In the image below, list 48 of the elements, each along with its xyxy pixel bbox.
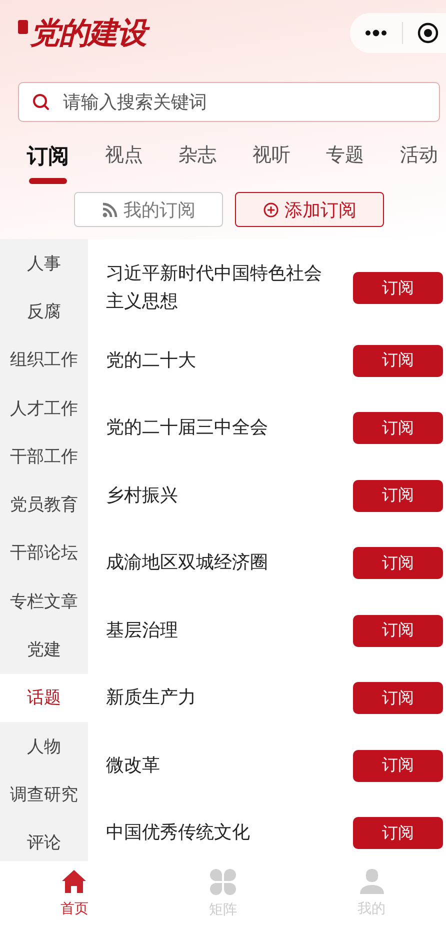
category-tab[interactable]: 杂志 <box>178 142 217 184</box>
sidebar-item[interactable]: 评论 <box>0 818 88 867</box>
category-tab[interactable]: 视听 <box>252 142 290 184</box>
subscribe-button[interactable]: 订阅 <box>353 682 443 714</box>
sidebar-item[interactable]: 专栏文章 <box>0 577 88 626</box>
category-tab[interactable]: 视点 <box>104 142 143 184</box>
subscribe-button[interactable]: 订阅 <box>353 272 443 304</box>
rss-icon <box>102 202 118 218</box>
sidebar-item[interactable]: 党员教育 <box>0 480 88 529</box>
topic-title: 微改革 <box>106 754 161 778</box>
sidebar-item[interactable]: 人才工作 <box>0 384 88 432</box>
sidebar-item[interactable]: 话题 <box>0 674 88 722</box>
sidebar-item[interactable]: 人物 <box>0 722 88 770</box>
sidebar-item[interactable]: 干部论坛 <box>0 528 88 578</box>
home-icon <box>61 869 88 894</box>
subscribe-button[interactable]: 订阅 <box>353 817 443 850</box>
topic-title: 党的二十大 <box>106 348 197 373</box>
topic-title: 新质生产力 <box>106 686 197 710</box>
subscribe-button[interactable]: 订阅 <box>353 547 443 580</box>
more-icon[interactable] <box>364 29 388 37</box>
plus-circle-icon <box>262 202 278 218</box>
subscribe-button[interactable]: 订阅 <box>353 412 443 444</box>
subscribe-button[interactable]: 订阅 <box>353 344 443 377</box>
sidebar-item[interactable]: 组织工作 <box>0 336 88 384</box>
clover-icon <box>210 869 236 895</box>
topic-title: 习近平新时代中国特色社会主义思想 <box>106 262 323 314</box>
category-tab[interactable]: 活动 <box>400 142 438 184</box>
sidebar-item[interactable]: 调查研究 <box>0 770 88 819</box>
category-tab[interactable]: 专题 <box>326 142 364 184</box>
close-target-icon[interactable] <box>417 22 439 44</box>
topic-title: 中国优秀传统文化 <box>106 821 251 846</box>
sidebar-item[interactable]: 反腐 <box>0 287 88 336</box>
nav-tab[interactable]: 首页 <box>29 869 120 941</box>
my-subscriptions-button[interactable]: 我的订阅 <box>74 192 223 227</box>
subscribe-button[interactable]: 订阅 <box>353 750 443 782</box>
search-field[interactable]: 请输入搜索关键词 <box>18 82 440 122</box>
sidebar-item[interactable]: 干部工作 <box>0 432 88 480</box>
topic-title: 乡村振兴 <box>106 484 179 508</box>
person-icon <box>360 869 384 894</box>
subscribe-button[interactable]: 订阅 <box>353 480 443 512</box>
category-tab[interactable]: 订阅 <box>27 142 69 184</box>
topic-title: 党的二十届三中全会 <box>106 416 269 440</box>
topic-title: 基层治理 <box>106 618 179 643</box>
sidebar-item[interactable]: 党建 <box>0 625 88 674</box>
subscribe-button[interactable]: 订阅 <box>353 614 443 647</box>
add-subscription-button[interactable]: 添加订阅 <box>235 192 384 227</box>
topic-title: 成渝地区双城经济圈 <box>106 551 269 576</box>
sidebar-item[interactable]: 人事 <box>0 239 88 288</box>
